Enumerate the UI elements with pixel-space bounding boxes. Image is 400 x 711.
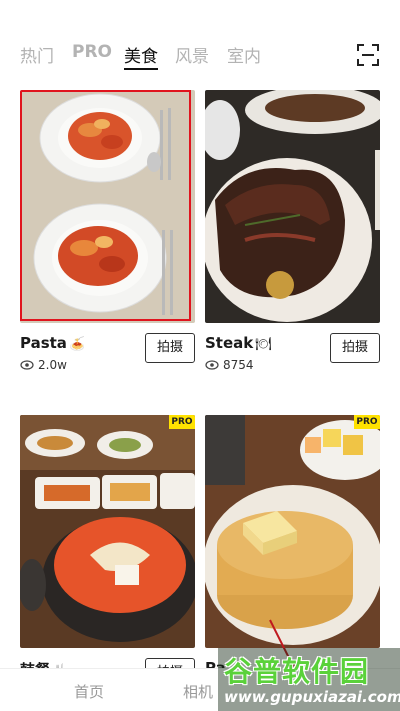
shoot-button[interactable]: 拍摄	[145, 333, 195, 363]
card-title: Steak 🍽	[205, 334, 272, 352]
nav-home[interactable]: 首页	[74, 681, 104, 702]
view-count-text: 2.0w	[38, 358, 67, 372]
view-count: 2.0w	[20, 358, 67, 372]
tab-pro[interactable]: PRO	[72, 42, 112, 62]
pancake-photo[interactable]: PRO	[205, 415, 380, 648]
card-title-text: Steak	[205, 334, 254, 352]
scan-frame-icon[interactable]	[357, 44, 379, 66]
category-tabs: 热门 PRO 美食 风景 室内	[0, 38, 400, 72]
watermark-logo-text: 谷普软件园	[224, 655, 370, 688]
eye-icon	[205, 360, 219, 370]
plate-emoji-icon: 🍽	[255, 337, 272, 352]
view-count-text: 8754	[223, 358, 254, 372]
card-title-text: Pasta	[20, 334, 67, 352]
pro-badge: PRO	[354, 415, 380, 429]
active-tab-indicator	[124, 68, 158, 70]
pasta-emoji-icon: 🍝	[68, 337, 86, 352]
nav-camera[interactable]: 相机	[183, 681, 213, 702]
eye-icon	[20, 360, 34, 370]
view-count: 8754	[205, 358, 254, 372]
site-watermark: 谷普软件园 www.gupuxiazai.com	[218, 648, 400, 711]
korean-stew-photo[interactable]: PRO	[20, 415, 195, 648]
tab-indoor[interactable]: 室内	[227, 42, 261, 67]
tab-food[interactable]: 美食	[124, 42, 158, 67]
steak-photo[interactable]	[205, 90, 380, 323]
shoot-button[interactable]: 拍摄	[330, 333, 380, 363]
card-title: Pasta 🍝	[20, 334, 85, 352]
tab-hot[interactable]: 热门	[20, 42, 54, 67]
pasta-photo[interactable]	[20, 90, 195, 323]
watermark-url: www.gupuxiazai.com	[224, 688, 400, 706]
tab-scenery[interactable]: 风景	[175, 42, 209, 67]
pro-badge: PRO	[169, 415, 195, 429]
